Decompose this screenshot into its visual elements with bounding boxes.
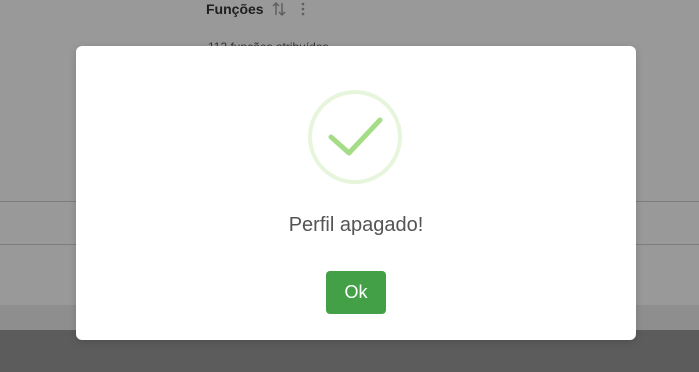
ok-button[interactable]: Ok (326, 271, 386, 314)
success-check-icon (308, 90, 402, 184)
dialog-title: Perfil apagado! (288, 214, 424, 236)
app-page: Funções 113 funções atribuídas Perfil ap… (0, 0, 699, 372)
success-dialog: Perfil apagado! Ok (76, 46, 636, 340)
